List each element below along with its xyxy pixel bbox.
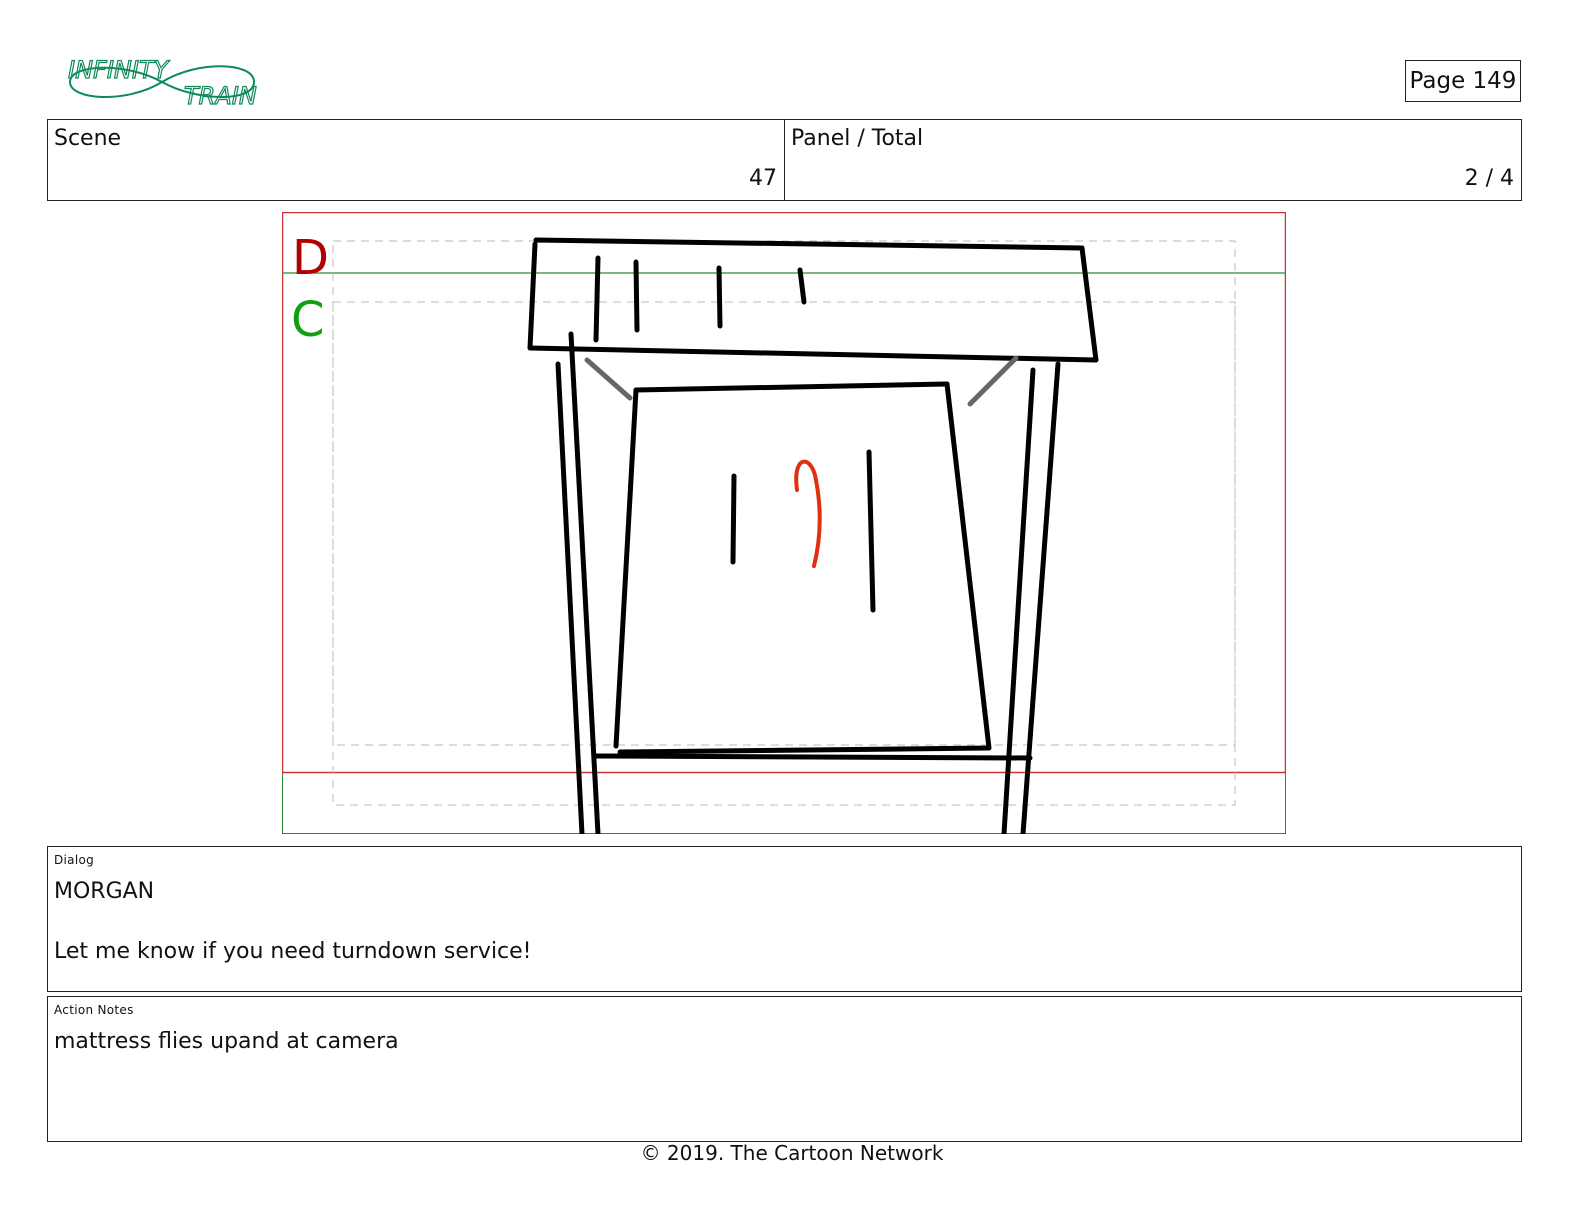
scene-label: Scene xyxy=(54,126,122,151)
copyright-footer: © 2019. The Cartoon Network xyxy=(640,1141,944,1165)
storyboard-panel: D C xyxy=(282,212,1286,834)
scene-cell: Scene 47 xyxy=(48,120,785,200)
marker-d: D xyxy=(292,230,329,286)
page-number: Page 149 xyxy=(1405,60,1521,102)
panel-label: Panel / Total xyxy=(791,126,924,151)
dialog-label: Dialog xyxy=(54,853,95,867)
scene-panel-header: Scene 47 Panel / Total 2 / 4 xyxy=(47,119,1522,201)
panel-value: 2 / 4 xyxy=(1464,166,1514,191)
action-notes-label: Action Notes xyxy=(54,1003,134,1017)
dialog-text: MORGAN Let me know if you need turndown … xyxy=(54,879,532,964)
dialog-box: Dialog MORGAN Let me know if you need tu… xyxy=(47,846,1522,992)
logo-text-infinity: INFINITY xyxy=(68,56,171,84)
marker-c: C xyxy=(291,292,325,348)
logo-text-train: TRAIN xyxy=(184,82,257,110)
action-notes-box: Action Notes mattress flies upand at cam… xyxy=(47,996,1522,1142)
panel-border xyxy=(282,212,1286,834)
scene-value: 47 xyxy=(749,166,777,191)
panel-cell: Panel / Total 2 / 4 xyxy=(785,120,1521,200)
infinity-train-logo: INFINITY TRAIN xyxy=(67,55,257,110)
action-notes-text: mattress flies upand at camera xyxy=(54,1029,399,1054)
